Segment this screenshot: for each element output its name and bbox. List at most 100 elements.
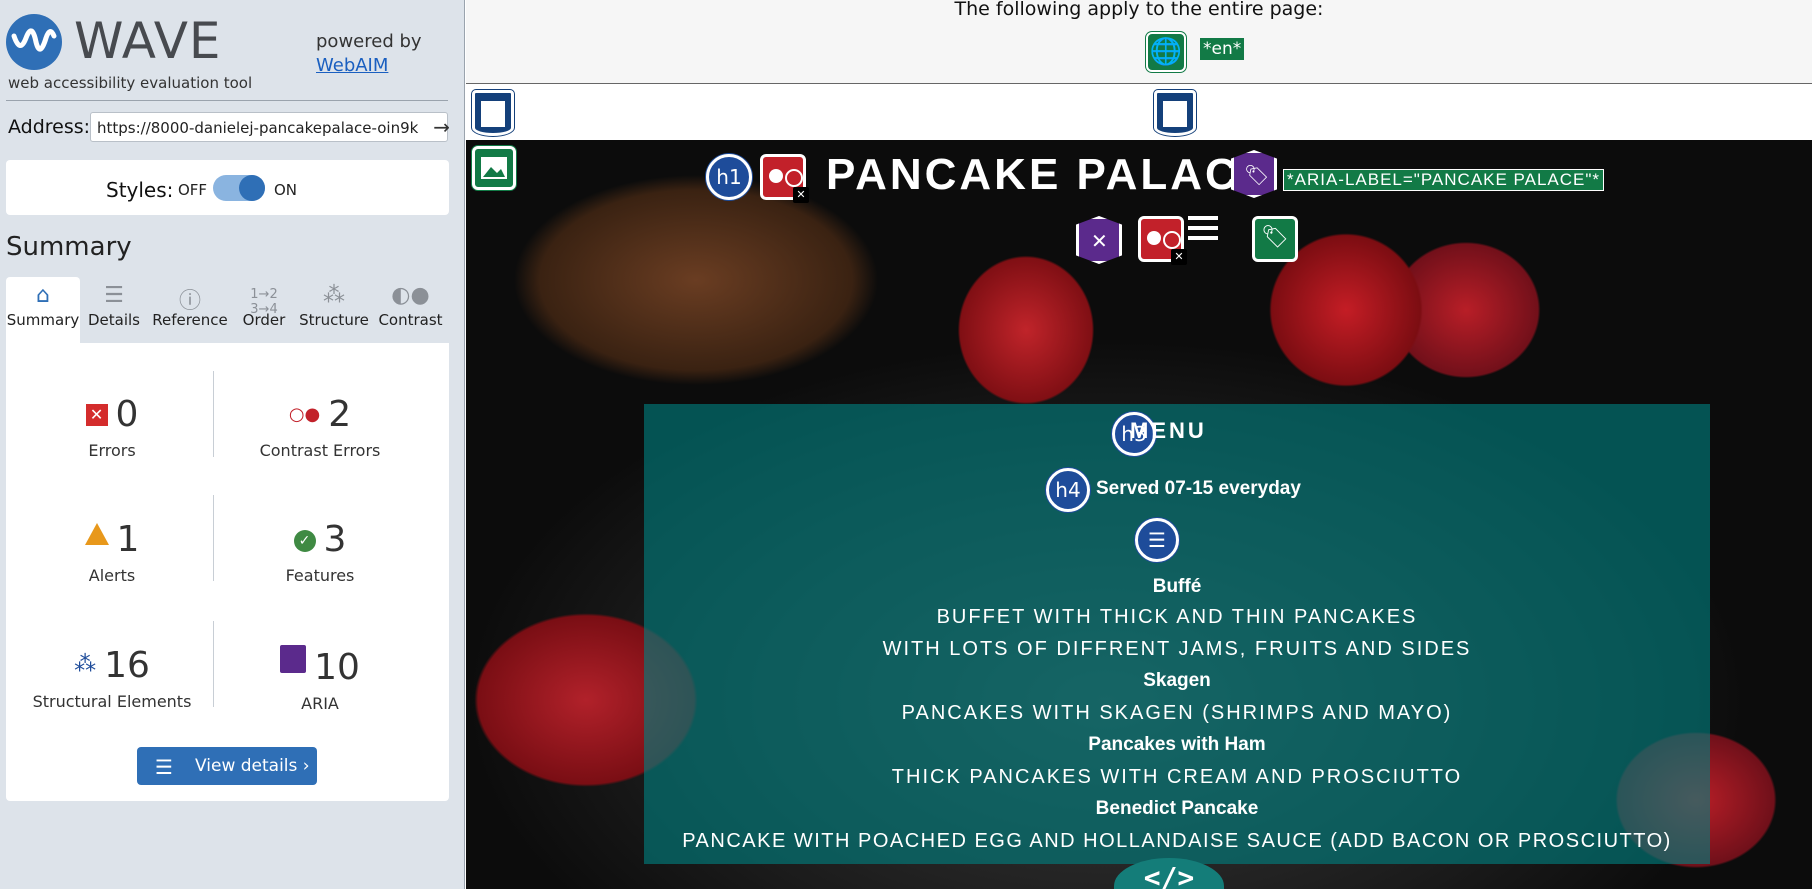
alerts-label: Alerts (88, 566, 136, 585)
menu-heading: MENU (1130, 418, 1207, 443)
wave-tagline: web accessibility evaluation tool (8, 74, 253, 92)
home-icon: ⌂ (36, 283, 50, 308)
tab-order[interactable]: 1→2 3→4 Order (232, 277, 296, 343)
divider (213, 495, 214, 581)
contrast-errors-label: Contrast Errors (259, 441, 381, 460)
tab-label: Structure (299, 311, 369, 329)
structure-icon: ⁂ (74, 652, 97, 677)
view-details-label: View details › (195, 756, 310, 776)
h1-badge-icon[interactable]: h1 (706, 154, 752, 200)
aria-tag-icon[interactable]: 🏷 (1231, 150, 1277, 198)
menu-item-name: Benedict Pancake (1095, 798, 1259, 819)
tab-label: Summary (6, 311, 80, 329)
menu-item-desc: WITH LOTS OF DIFFRENT JAMS, FRUITS AND S… (882, 638, 1472, 660)
summary-panel: ⌂ Summary ☰ Details ⓘ Reference 1→2 3→4 O… (6, 277, 449, 801)
address-bar: Address: https://8000-danielej-pancakepa… (8, 112, 450, 142)
stat-aria[interactable]: 10 ARIA (220, 645, 420, 713)
aria-label-feature-icon[interactable]: 🏷 (1252, 216, 1298, 262)
list-icon: ☰ (155, 755, 173, 779)
features-count: 3 (323, 519, 347, 560)
contrast-error-icon[interactable]: ✕ (760, 154, 809, 203)
info-icon: ⓘ (178, 289, 201, 314)
hero-image: h1 ✕ PANCAKE PALACE 🏷 *ARIA-LABEL="PANCA… (466, 140, 1812, 889)
header-landmark-icon[interactable] (472, 90, 514, 136)
menu-item-name: Buffé (1152, 576, 1202, 597)
order-icon: 1→2 3→4 (250, 287, 278, 317)
stat-features[interactable]: ✓ 3 Features (220, 519, 420, 586)
structural-count: 16 (104, 645, 150, 686)
tab-label: Details (87, 311, 140, 329)
address-label: Address: (8, 116, 91, 138)
styles-on-label: ON (274, 181, 298, 199)
errors-label: Errors (88, 441, 136, 460)
close-icon: ✕ (1171, 249, 1187, 265)
styles-card: Styles: OFF ON (6, 160, 449, 215)
tab-label: Order (242, 311, 286, 329)
header-region (466, 84, 1812, 140)
tab-details[interactable]: ☰ Details (80, 277, 148, 343)
contrast-icon: ◐● (391, 283, 430, 308)
page-preview: The following apply to the entire page: … (466, 0, 1812, 889)
tab-contrast[interactable]: ◐● Contrast (372, 277, 449, 343)
menu-item-name: Pancakes with Ham (1088, 734, 1266, 755)
aria-hidden-icon[interactable]: ✕ (1076, 216, 1122, 264)
error-icon: ✕ (85, 404, 108, 426)
stat-alerts[interactable]: 1 Alerts (12, 520, 212, 585)
divider (6, 100, 448, 101)
close-icon: ✕ (793, 187, 809, 203)
alert-icon (84, 523, 109, 545)
tab-reference[interactable]: ⓘ Reference (148, 277, 232, 343)
divider (213, 371, 214, 457)
tab-bar: ⌂ Summary ☰ Details ⓘ Reference 1→2 3→4 O… (6, 277, 449, 343)
feature-icon: ✓ (293, 530, 316, 552)
webaim-link[interactable]: WebAIM (316, 54, 422, 78)
aria-label: ARIA (301, 694, 339, 713)
aria-icon (280, 645, 307, 673)
powered-by-text: powered by (316, 31, 422, 52)
arrow-right-icon[interactable]: → (433, 115, 450, 139)
aria-count: 10 (314, 647, 360, 688)
tab-summary[interactable]: ⌂ Summary (6, 277, 80, 343)
menu-item-desc: THICK PANCAKES WITH CREAM AND PROSCIUTTO (891, 766, 1463, 788)
stat-structural[interactable]: ⁂ 16 Structural Elements (12, 645, 212, 712)
address-input[interactable]: https://8000-danielej-pancakepalace-oin9… (90, 112, 448, 142)
summary-heading: Summary (6, 232, 132, 262)
features-label: Features (285, 566, 355, 585)
image-icon[interactable] (472, 146, 516, 190)
toggle-knob (239, 175, 265, 201)
menu-item-desc: PANCAKES WITH SKAGEN (SHRIMPS AND MAYO) (901, 702, 1453, 724)
page-title: PANCAKE PALACE (826, 150, 1273, 199)
hamburger-menu-icon[interactable] (1188, 216, 1218, 246)
h4-badge-icon[interactable]: h4 (1046, 468, 1090, 512)
header-landmark-icon[interactable] (1154, 90, 1196, 136)
page-level-notes: The following apply to the entire page: … (466, 0, 1812, 84)
list-icon: ☰ (104, 283, 124, 308)
contrast-errors-count: 2 (328, 394, 352, 435)
styles-toggle[interactable] (213, 175, 265, 201)
served-hours: Served 07-15 everyday (1096, 478, 1301, 499)
styles-label: Styles: (106, 178, 174, 202)
menu-item-desc: BUFFET WITH THICK AND THIN PANCAKES (936, 606, 1418, 628)
errors-count: 0 (115, 394, 139, 435)
contrast-error-icon[interactable]: ✕ (1138, 216, 1187, 265)
list-icon[interactable]: ☰ (1135, 518, 1179, 562)
contrast-error-icon: ○● (288, 404, 321, 425)
view-details-button[interactable]: ☰ View details › (137, 747, 317, 785)
structure-icon: ⁂ (323, 283, 345, 308)
tab-structure[interactable]: ⁂ Structure (296, 277, 372, 343)
globe-icon[interactable]: 🌐 (1146, 32, 1186, 72)
menu-section: h3 MENU h4 Served 07-15 everyday ☰ Buffé… (644, 404, 1710, 864)
tab-label: Contrast (378, 311, 443, 329)
divider (213, 621, 214, 707)
wave-logo-text: WAVE (74, 12, 222, 70)
wave-logo-icon (6, 14, 62, 70)
aria-label-tag: *ARIA-LABEL="PANCAKE PALACE"* (1283, 169, 1605, 191)
wave-sidebar: WAVE web accessibility evaluation tool p… (0, 0, 465, 889)
wave-logo: WAVE web accessibility evaluation tool p… (6, 12, 456, 96)
powered-by: powered by WebAIM (316, 30, 422, 78)
stat-contrast-errors[interactable]: ○● 2 Contrast Errors (220, 394, 420, 461)
stat-errors[interactable]: ✕ 0 Errors (12, 395, 212, 460)
menu-item-name: Skagen (1143, 670, 1211, 691)
styles-off-label: OFF (178, 181, 208, 199)
page-note-text: The following apply to the entire page: (954, 0, 1324, 20)
